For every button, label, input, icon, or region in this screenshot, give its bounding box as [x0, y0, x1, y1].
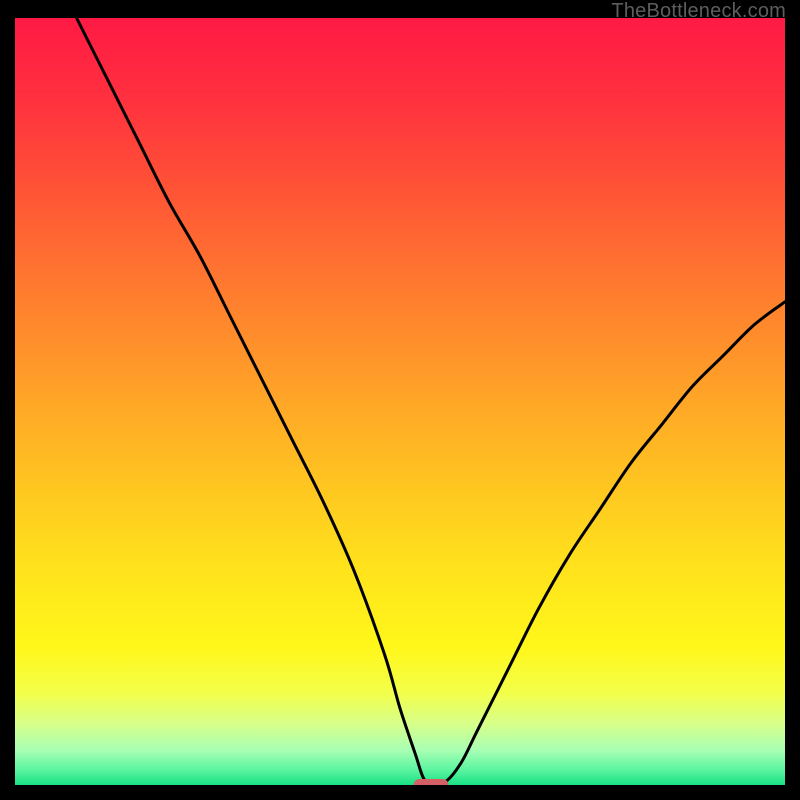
minimum-marker [413, 779, 448, 785]
plot-area [15, 18, 785, 785]
bottleneck-curve [77, 18, 785, 785]
curve-layer [15, 18, 785, 785]
bottleneck-chart: TheBottleneck.com [0, 0, 800, 800]
